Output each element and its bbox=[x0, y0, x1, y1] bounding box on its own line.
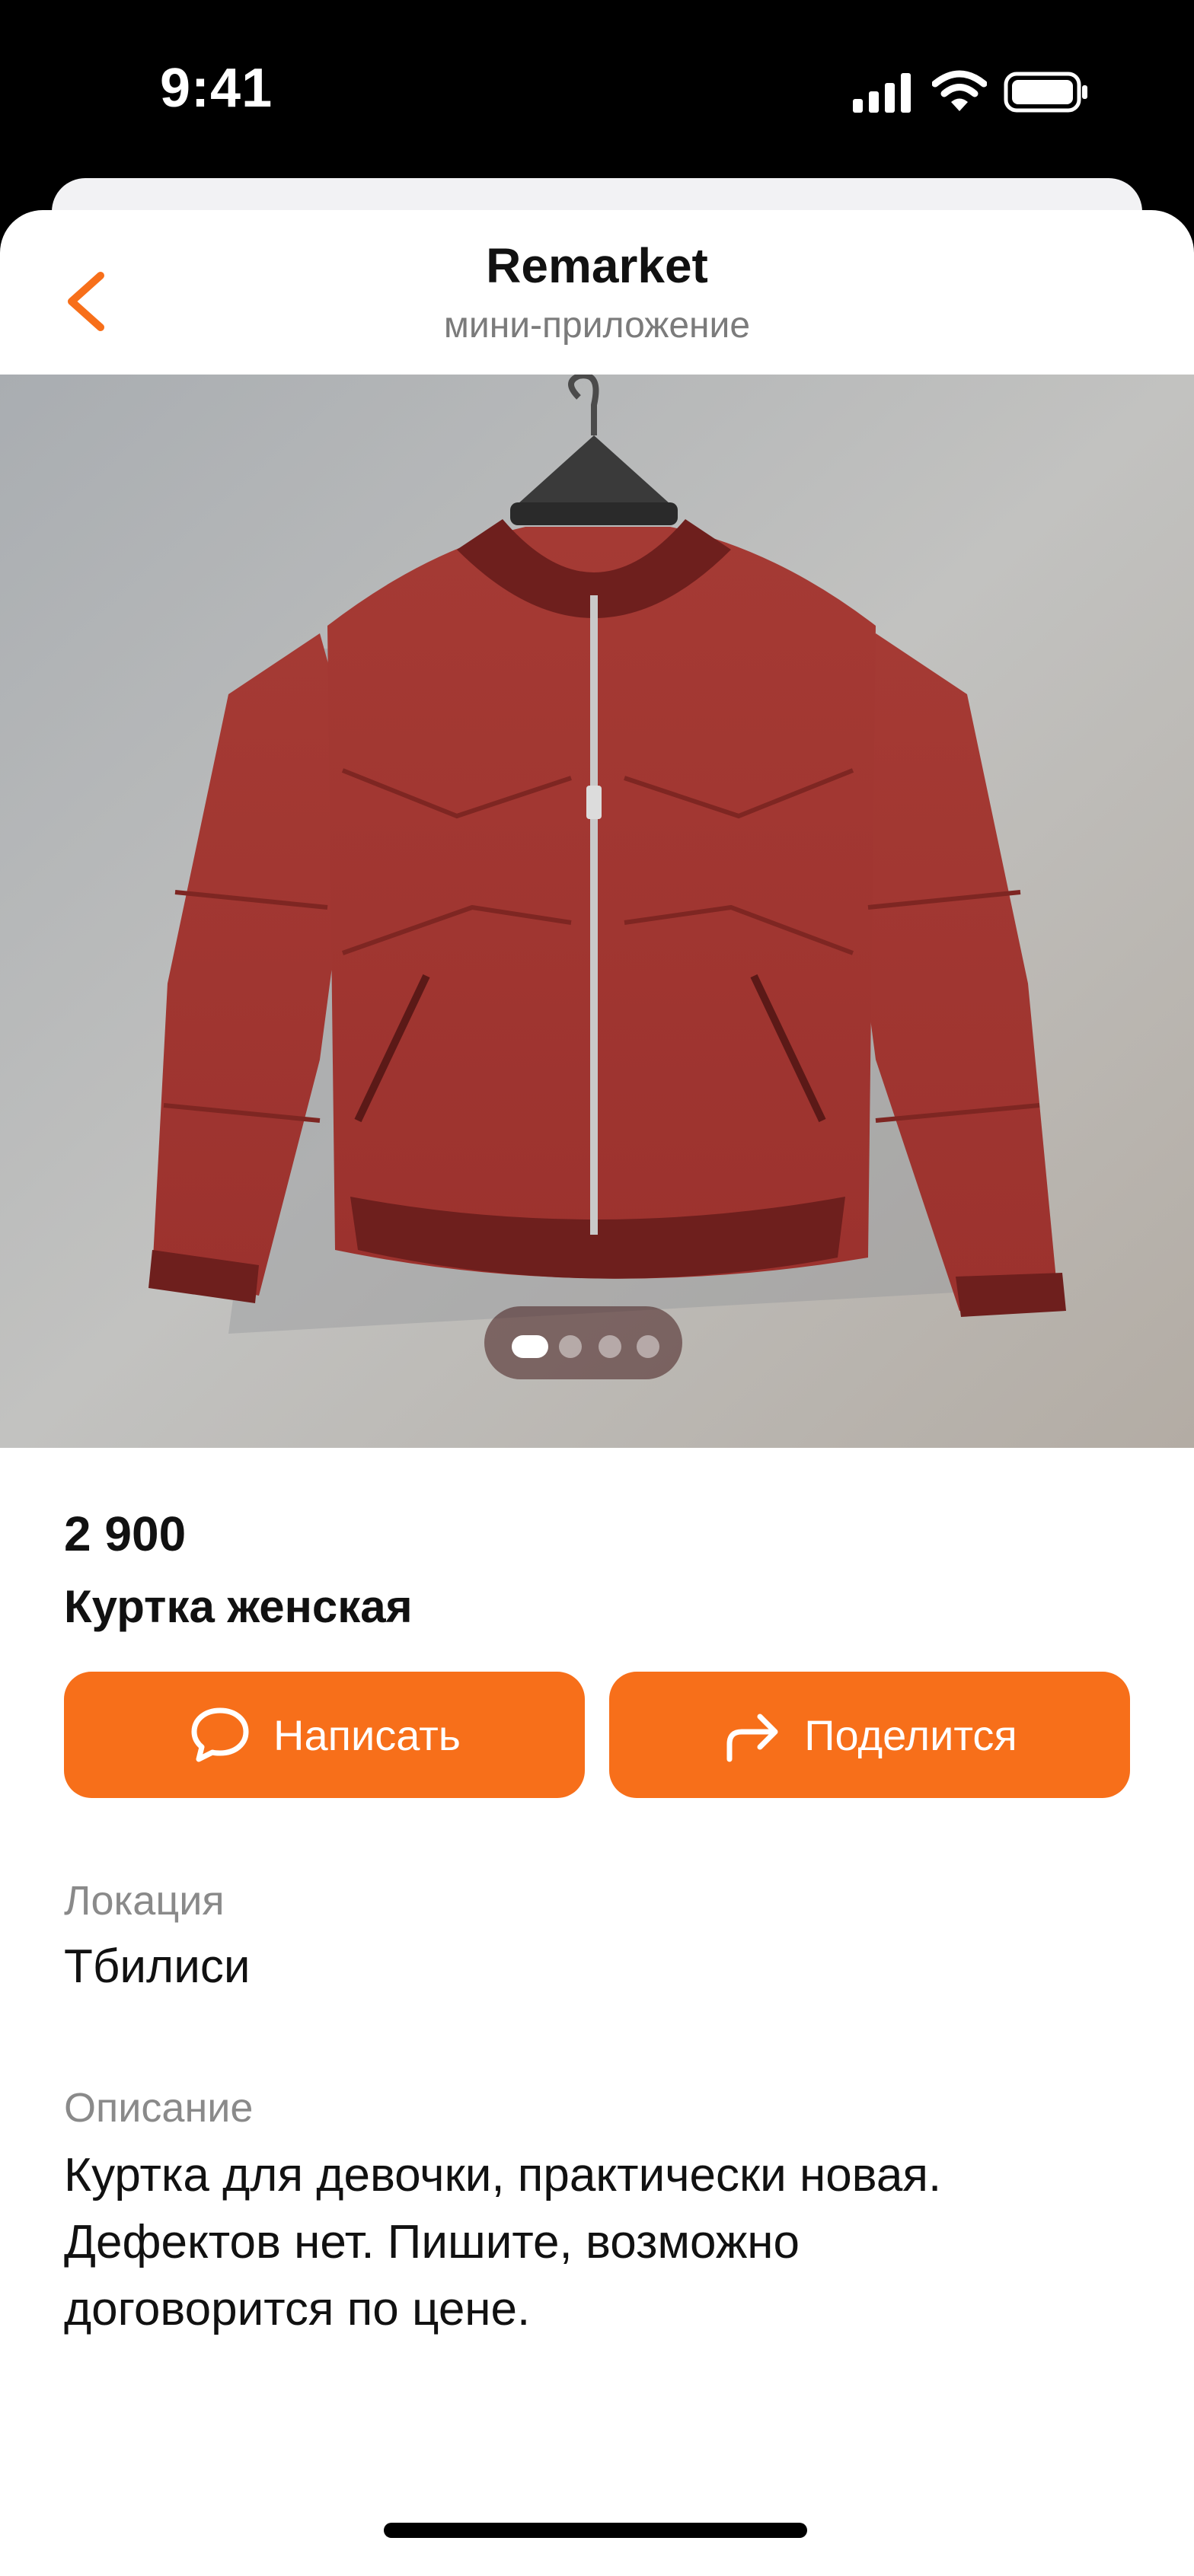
wifi-icon bbox=[932, 70, 987, 111]
battery-icon bbox=[1004, 72, 1087, 113]
product-photo[interactable] bbox=[0, 375, 1194, 1448]
gallery-pagination bbox=[484, 1306, 682, 1379]
status-icons bbox=[853, 70, 1097, 116]
product-sheet: Remarket мини-приложение 2 900 Куртка же… bbox=[0, 210, 1194, 2576]
description-label: Описание bbox=[64, 2085, 254, 2131]
description-line: Куртка для девочки, практически новая. bbox=[64, 2149, 942, 2201]
cellular-signal-icon bbox=[853, 73, 911, 113]
app-title: Remarket bbox=[486, 238, 708, 293]
app-header: Remarket мини-приложение bbox=[0, 210, 1194, 375]
share-button[interactable]: Поделится bbox=[609, 1672, 1130, 1798]
status-time: 9:41 bbox=[160, 58, 273, 119]
product-price: 2 900 bbox=[64, 1506, 187, 1561]
share-arrow-icon bbox=[726, 1714, 778, 1762]
home-indicator[interactable] bbox=[384, 2523, 807, 2538]
description-text: Куртка для девочки, практически новая. Д… bbox=[64, 2142, 1145, 2343]
location-value: Тбилиси bbox=[64, 1940, 251, 1993]
status-bar: 9:41 bbox=[0, 0, 1194, 183]
product-title: Куртка женская bbox=[64, 1581, 413, 1632]
gallery-dot[interactable] bbox=[637, 1335, 659, 1358]
chat-bubble-icon bbox=[191, 1707, 249, 1762]
description-line: Дефектов нет. Пишите, возможно bbox=[64, 2216, 800, 2268]
app-subtitle: мини-приложение bbox=[443, 305, 751, 346]
share-label: Поделится bbox=[804, 1710, 1017, 1759]
gallery-dot[interactable] bbox=[599, 1335, 621, 1358]
gallery-dot[interactable] bbox=[559, 1335, 582, 1358]
description-line: договорится по цене. bbox=[64, 2283, 531, 2335]
write-message-button[interactable]: Написать bbox=[64, 1672, 585, 1798]
location-label: Локация bbox=[64, 1878, 225, 1924]
write-message-label: Написать bbox=[273, 1710, 461, 1759]
gallery-dot-active[interactable] bbox=[512, 1335, 548, 1358]
